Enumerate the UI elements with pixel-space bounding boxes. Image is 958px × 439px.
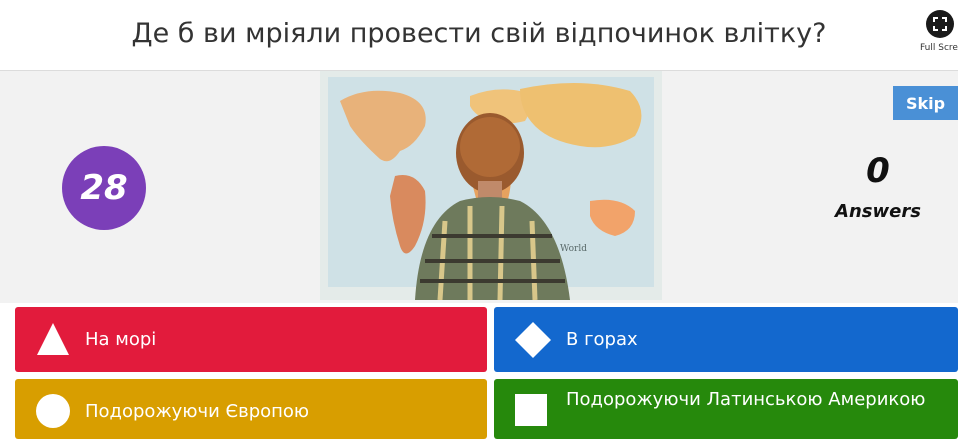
question-title: Де б ви мріяли провести свій відпочинок … <box>131 18 827 49</box>
fullscreen-icon <box>926 10 954 38</box>
answer-option-2-label: В горах <box>566 329 638 350</box>
answer-option-3-label: Подорожуючи Європою <box>85 401 310 422</box>
fullscreen-button[interactable]: Full Scree <box>912 8 958 60</box>
diamond-icon <box>515 322 551 358</box>
map-label: World <box>560 244 587 254</box>
question-stage: 28 World Skip 0 Answers <box>0 71 958 303</box>
answer-option-4-label: Подорожуючи Латинською Америкою <box>566 389 926 410</box>
answer-option-3[interactable]: Подорожуючи Європою <box>15 379 487 439</box>
skip-button[interactable]: Skip <box>893 86 958 120</box>
answer-count: 0 <box>866 151 890 191</box>
question-header: Де б ви мріяли провести свій відпочинок … <box>0 0 958 71</box>
circle-icon <box>36 394 70 428</box>
boy-looking-at-world-map-image: World <box>320 71 662 300</box>
answer-option-2[interactable]: В горах <box>494 307 958 372</box>
triangle-icon <box>37 323 69 355</box>
answer-option-1[interactable]: На морі <box>15 307 487 372</box>
fullscreen-label: Full Scree <box>920 43 958 53</box>
square-icon <box>515 394 547 426</box>
countdown-timer: 28 <box>62 146 146 230</box>
answer-count-label: Answers <box>835 201 921 222</box>
answer-option-1-label: На морі <box>85 329 157 350</box>
answer-option-4[interactable]: Подорожуючи Латинською Америкою <box>494 379 958 439</box>
